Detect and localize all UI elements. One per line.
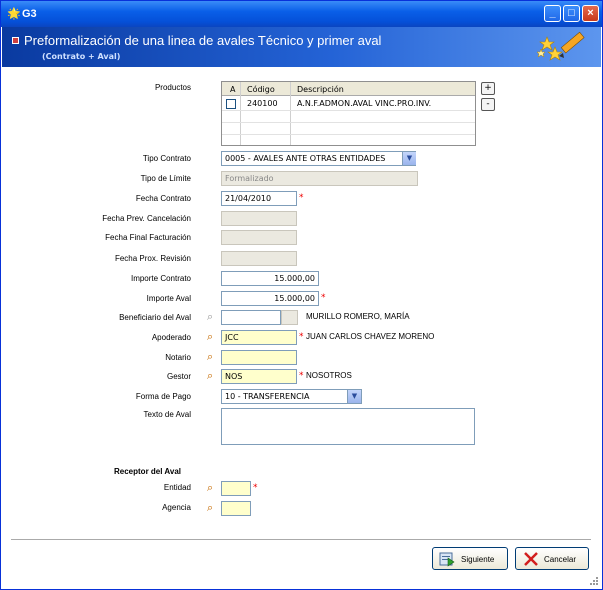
fecha-contrato-label: Fecha Contrato [135, 194, 191, 203]
fecha-prev-cancelacion-label: Fecha Prev. Cancelación [102, 214, 191, 223]
app-icon: 🌟 [7, 8, 21, 20]
notario-input[interactable] [221, 350, 297, 365]
texto-aval-label: Texto de Aval [143, 410, 191, 419]
cancelar-button[interactable]: Cancelar [515, 547, 589, 570]
window-title: G3 [22, 8, 37, 20]
productos-label: Productos [154, 83, 191, 92]
fecha-final-facturacion-field [221, 230, 297, 245]
beneficiario-label: Beneficiario del Aval [119, 313, 191, 322]
page-title: Preformalización de una linea de avales … [24, 33, 382, 48]
row-checkbox[interactable] [226, 99, 236, 109]
footer-separator [11, 539, 591, 540]
cancel-x-icon [524, 552, 538, 566]
beneficiario-extra-field [281, 310, 298, 325]
required-mark: * [321, 293, 326, 303]
importe-contrato-label: Importe Contrato [130, 274, 191, 283]
fecha-prox-revision-field [221, 251, 297, 266]
required-mark: * [299, 332, 304, 342]
forma-pago-select[interactable]: 10 - TRANSFERENCIA [221, 389, 362, 404]
siguiente-label: Siguiente [461, 555, 495, 564]
receptor-section-title: Receptor del Aval [114, 467, 181, 476]
search-icon[interactable]: ⌕ [207, 481, 213, 495]
cancelar-label: Cancelar [544, 555, 577, 564]
siguiente-button[interactable]: Siguiente [432, 547, 508, 570]
minimize-button[interactable]: _ [544, 5, 561, 22]
column-header-a: A [230, 85, 236, 94]
fecha-prev-cancelacion-field [221, 211, 297, 226]
tipo-contrato-label: Tipo Contrato [142, 154, 191, 163]
stars-pencil-icon [536, 31, 585, 61]
productos-table: A Código Descripción 240100 A.N.F.ADMON.… [221, 81, 476, 146]
tipo-limite-label: Tipo de Límite [140, 174, 191, 183]
search-icon[interactable]: ⌕ [207, 501, 213, 515]
tipo-limite-field: Formalizado [221, 171, 418, 186]
texto-aval-textarea[interactable] [221, 408, 475, 445]
maximize-button[interactable]: □ [563, 5, 580, 22]
resize-grip-icon[interactable] [589, 576, 599, 586]
required-mark: * [253, 483, 258, 493]
column-header-descripcion: Descripción [297, 85, 344, 94]
fecha-prox-revision-label: Fecha Prox. Revisión [114, 254, 191, 263]
column-header-codigo: Código [247, 85, 275, 94]
search-icon[interactable]: ⌕ [207, 330, 213, 344]
agencia-input[interactable] [221, 501, 251, 516]
required-mark: * [299, 371, 304, 381]
close-button[interactable]: × [582, 5, 599, 22]
entidad-input[interactable] [221, 481, 251, 496]
remove-product-button[interactable]: - [481, 98, 495, 111]
beneficiario-name: MURILLO ROMERO, MARÍA [306, 312, 410, 321]
apoderado-name: JUAN CARLOS CHAVEZ MORENO [306, 332, 435, 341]
chevron-down-icon[interactable]: ▼ [402, 152, 416, 165]
notario-label: Notario [165, 353, 191, 362]
form-header: Preformalización de una linea de avales … [2, 27, 601, 67]
application-window: 🌟 G3 _ □ × Preformalización de una linea… [0, 0, 603, 590]
entidad-label: Entidad [163, 483, 191, 492]
row-codigo: 240100 [247, 99, 278, 108]
gestor-name: NOSOTROS [306, 371, 352, 380]
page-subtitle: (Contrato + Aval) [42, 52, 121, 61]
chevron-down-icon[interactable]: ▼ [347, 390, 361, 403]
beneficiario-input[interactable] [221, 310, 281, 325]
fecha-final-facturacion-label: Fecha Final Facturación [105, 233, 191, 242]
required-mark: * [299, 193, 304, 203]
tipo-contrato-value: 0005 - AVALES ANTE OTRAS ENTIDADES [225, 154, 386, 163]
search-icon[interactable]: ⌕ [207, 369, 213, 383]
search-icon[interactable]: ⌕ [207, 350, 213, 364]
row-descripcion: A.N.F.ADMON.AVAL VINC.PRO.INV. [297, 99, 432, 108]
apoderado-label: Apoderado [151, 333, 191, 342]
importe-contrato-input[interactable]: 15.000,00 [221, 271, 319, 286]
apoderado-input[interactable]: JCC [221, 330, 297, 345]
search-icon[interactable]: ⌕ [207, 310, 213, 324]
title-bar[interactable]: 🌟 G3 _ □ × [1, 1, 602, 27]
gestor-label: Gestor [166, 372, 191, 381]
tipo-contrato-select[interactable]: 0005 - AVALES ANTE OTRAS ENTIDADES [221, 151, 416, 166]
forma-pago-value: 10 - TRANSFERENCIA [225, 392, 310, 401]
importe-aval-input[interactable]: 15.000,00 [221, 291, 319, 306]
header-marker-icon [12, 37, 19, 44]
add-product-button[interactable]: + [481, 82, 495, 95]
agencia-label: Agencia [162, 503, 191, 512]
importe-aval-label: Importe Aval [146, 294, 191, 303]
next-icon [439, 552, 455, 567]
gestor-input[interactable]: NOS [221, 369, 297, 384]
forma-pago-label: Forma de Pago [135, 392, 191, 401]
fecha-contrato-input[interactable]: 21/04/2010 [221, 191, 297, 206]
